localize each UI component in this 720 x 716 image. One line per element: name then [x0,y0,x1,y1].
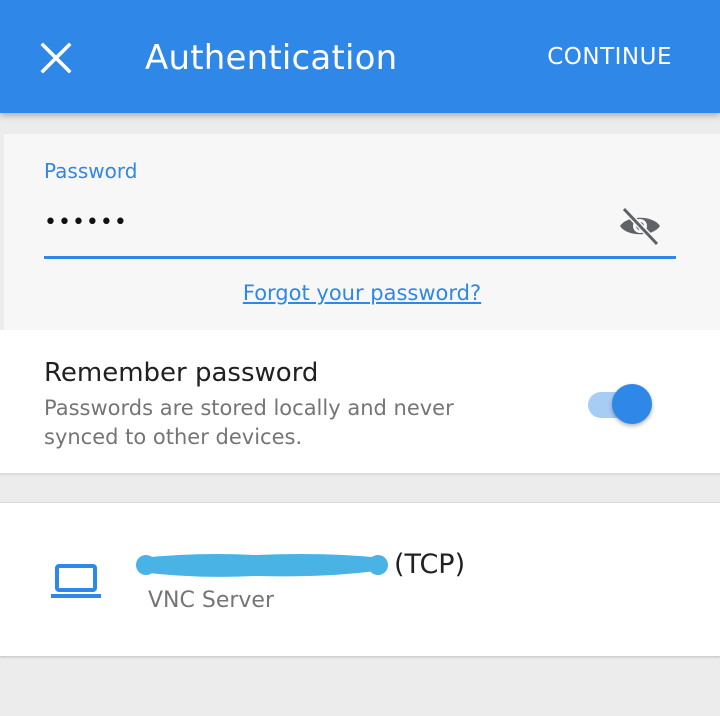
server-row: (TCP) VNC Server [0,502,720,657]
page-title: Authentication [145,38,398,78]
server-name: (TCP) [394,549,466,580]
close-icon [40,42,72,74]
forgot-password-link[interactable]: Forgot your password? [4,278,720,308]
remember-password-row: Remember password Passwords are stored l… [0,330,720,474]
laptop-icon [50,561,102,601]
remember-password-toggle[interactable] [588,382,656,426]
close-button[interactable] [34,36,78,80]
redacted-server-name [136,550,388,580]
password-value: •••••• [44,210,128,235]
password-field[interactable]: •••••• [44,194,676,259]
password-label: Password [44,159,138,183]
password-underline [44,256,676,259]
remember-password-title: Remember password [44,358,319,388]
app-bar: Authentication CONTINUE [0,0,720,113]
continue-button[interactable]: CONTINUE [547,41,672,73]
toggle-thumb [612,384,652,424]
eye-off-icon [620,206,660,247]
toggle-password-visibility-button[interactable] [616,204,664,248]
server-type: VNC Server [148,588,275,613]
remember-password-description: Passwords are stored locally and never s… [44,396,454,449]
password-section: Password •••••• Forgot your password? [4,134,720,330]
